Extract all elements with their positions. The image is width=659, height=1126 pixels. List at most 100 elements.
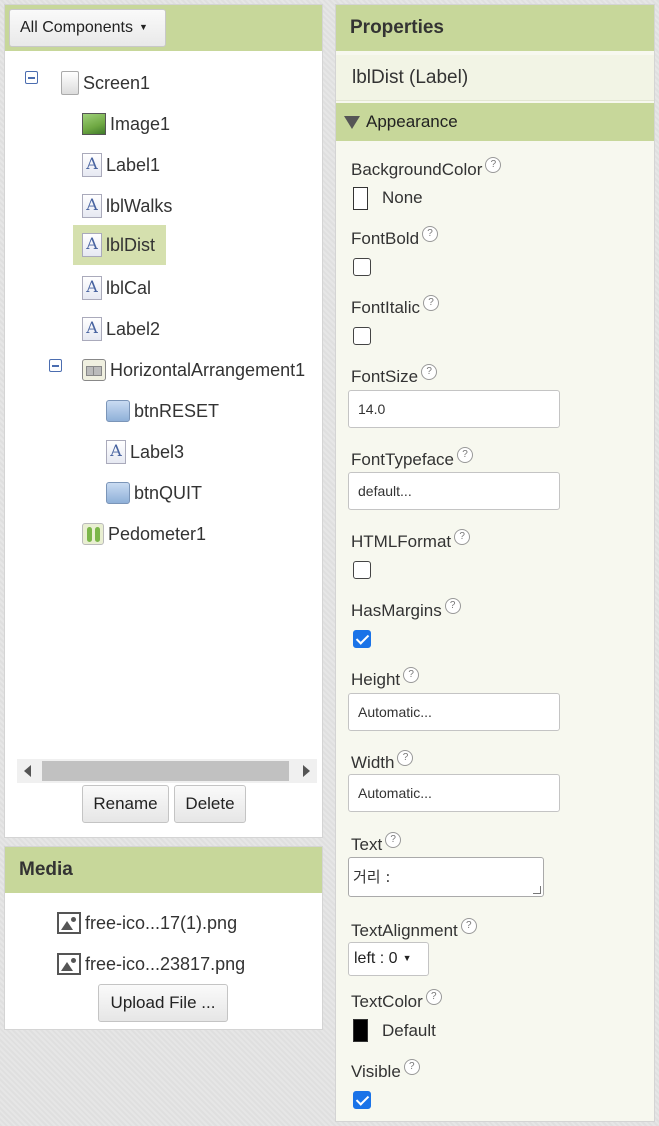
tree-node-image1[interactable]: Image1 (82, 106, 170, 142)
image-file-icon (57, 953, 81, 975)
help-icon[interactable]: ? (457, 447, 474, 463)
help-icon[interactable]: ? (422, 295, 439, 311)
rename-button[interactable]: Rename (82, 785, 169, 823)
delete-button[interactable]: Delete (174, 785, 246, 823)
tree-node-pedometer1[interactable]: Pedometer1 (82, 516, 206, 552)
media-file-name: free-ico...23817.png (85, 953, 246, 974)
help-icon[interactable]: ? (425, 989, 442, 1005)
tree-node-label: btnQUIT (134, 482, 203, 503)
fontsize-input[interactable]: 14.0 (348, 390, 560, 428)
all-components-label: All Components (20, 19, 133, 36)
tree-node-label1[interactable]: A Label1 (82, 147, 160, 183)
selected-component-title: lblDist (Label) (336, 55, 654, 101)
components-panel: All Components ▼ Screen1 Image1 A Label1 … (4, 4, 323, 838)
horizontal-arrangement-icon (82, 359, 106, 381)
hasmargins-checkbox[interactable] (353, 630, 371, 648)
help-icon[interactable]: ? (422, 226, 439, 242)
prop-label-fontbold: FontBold? (351, 226, 439, 250)
pedometer-icon (82, 523, 104, 545)
label-icon: A (82, 153, 102, 177)
prop-label-visible: Visible? (351, 1059, 420, 1083)
tree-node-label: Label3 (130, 441, 185, 462)
tree-node-horizontalarrangement1[interactable]: HorizontalArrangement1 (82, 352, 305, 388)
tree-node-label: Label2 (106, 318, 161, 339)
upload-file-button[interactable]: Upload File ... (98, 984, 228, 1022)
tree-node-label: Screen1 (83, 72, 151, 93)
text-textarea[interactable]: 거리 : (348, 857, 544, 897)
all-components-dropdown[interactable]: All Components ▼ (9, 9, 166, 47)
help-icon[interactable]: ? (385, 832, 402, 848)
textcolor-value[interactable]: Default (382, 1021, 436, 1041)
tree-node-lbldist[interactable]: A lblDist (73, 225, 166, 265)
media-file-item[interactable]: free-ico...17(1).png (57, 908, 237, 938)
media-panel: Media free-ico...17(1).png free-ico...23… (4, 846, 323, 1030)
collapse-toggle-horizontalarrangement1[interactable] (49, 359, 62, 372)
tree-node-label: Image1 (110, 113, 171, 134)
fontitalic-checkbox[interactable] (353, 327, 371, 345)
media-header: Media (5, 847, 322, 893)
label-icon: A (106, 440, 126, 464)
help-icon[interactable]: ? (485, 157, 502, 173)
text-value: 거리 : (353, 868, 391, 886)
help-icon[interactable]: ? (454, 529, 471, 545)
caret-down-icon: ▼ (138, 22, 148, 32)
tree-node-lblcal[interactable]: A lblCal (82, 270, 151, 306)
textalignment-dropdown[interactable]: left : 0 ▼ (348, 942, 429, 976)
button-icon (106, 400, 130, 422)
tree-node-label: HorizontalArrangement1 (110, 359, 306, 380)
help-icon[interactable]: ? (421, 364, 438, 380)
label-icon: A (82, 317, 102, 341)
prop-label-backgroundcolor: BackgroundColor? (351, 157, 502, 181)
image-file-icon (57, 912, 81, 934)
tree-node-label3[interactable]: A Label3 (106, 434, 184, 470)
appearance-section-toggle[interactable]: Appearance (336, 103, 654, 141)
prop-label-fontitalic: FontItalic? (351, 295, 439, 319)
tree-node-label: btnRESET (134, 400, 220, 421)
help-icon[interactable]: ? (444, 598, 461, 614)
tree-node-label: lblCal (106, 277, 152, 298)
tree-node-lblwalks[interactable]: A lblWalks (82, 188, 172, 224)
section-label: Appearance (366, 112, 458, 131)
button-icon (106, 482, 130, 504)
image-icon (82, 113, 106, 135)
tree-node-screen1[interactable]: Screen1 (61, 65, 150, 101)
label-icon: A (82, 276, 102, 300)
textalignment-value: left : 0 (354, 950, 398, 967)
help-icon[interactable]: ? (403, 1059, 420, 1075)
visible-checkbox[interactable] (353, 1091, 371, 1109)
fontbold-checkbox[interactable] (353, 258, 371, 276)
properties-header: Properties (336, 5, 654, 51)
height-input[interactable]: Automatic... (348, 693, 560, 731)
label-icon: A (82, 233, 102, 257)
scrollbar-thumb[interactable] (42, 761, 289, 781)
color-swatch-textcolor[interactable] (353, 1019, 368, 1042)
properties-panel: Properties lblDist (Label) Appearance Ba… (335, 4, 655, 1122)
prop-label-fonttypeface: FontTypeface? (351, 447, 474, 471)
prop-label-fontsize: FontSize? (351, 364, 438, 388)
prop-label-textcolor: TextColor? (351, 989, 442, 1013)
prop-label-height: Height? (351, 667, 420, 691)
help-icon[interactable]: ? (397, 750, 414, 766)
scroll-left-icon[interactable] (24, 765, 31, 777)
caret-down-icon: ▼ (402, 953, 412, 963)
help-icon[interactable]: ? (403, 667, 420, 683)
collapse-toggle-screen1[interactable] (25, 71, 38, 84)
media-file-item[interactable]: free-ico...23817.png (57, 949, 245, 979)
tree-node-label: lblWalks (106, 195, 173, 216)
triangle-down-icon (344, 116, 360, 129)
htmlformat-checkbox[interactable] (353, 561, 371, 579)
screen-icon (61, 71, 79, 95)
prop-label-text: Text? (351, 832, 402, 856)
help-icon[interactable]: ? (460, 918, 477, 934)
tree-node-btnquit[interactable]: btnQUIT (106, 475, 202, 511)
scroll-right-icon[interactable] (303, 765, 310, 777)
width-input[interactable]: Automatic... (348, 774, 560, 812)
tree-horizontal-scrollbar[interactable] (17, 759, 317, 783)
tree-node-label2[interactable]: A Label2 (82, 311, 160, 347)
fonttypeface-input[interactable]: default... (348, 472, 560, 510)
backgroundcolor-value[interactable]: None (382, 188, 423, 208)
color-swatch-backgroundcolor[interactable] (353, 187, 368, 210)
media-file-name: free-ico...17(1).png (85, 912, 238, 933)
resize-grip-icon[interactable] (533, 886, 541, 894)
tree-node-btnreset[interactable]: btnRESET (106, 393, 219, 429)
